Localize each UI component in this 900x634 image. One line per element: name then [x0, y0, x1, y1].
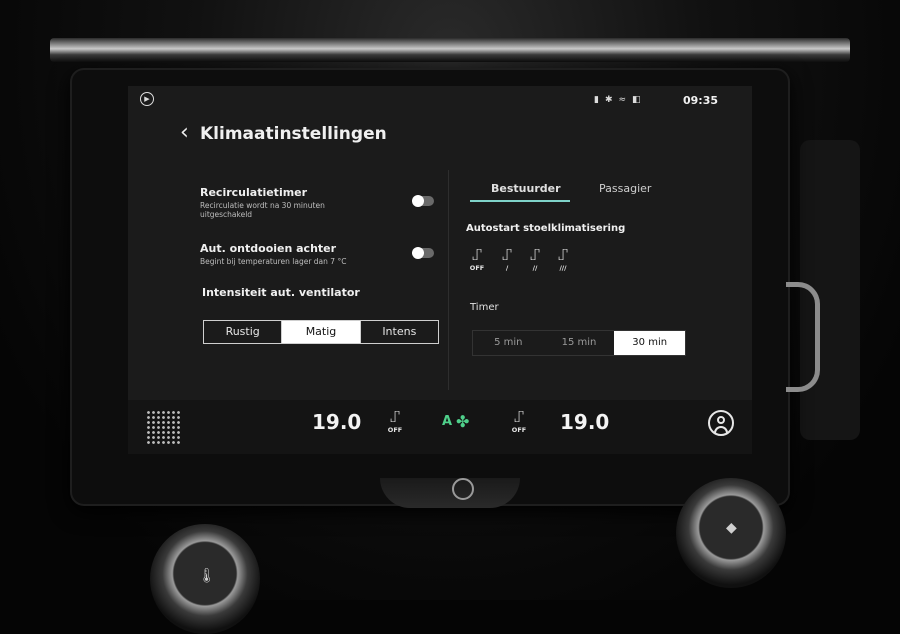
seat-level-3[interactable]: ⑀ ///: [554, 246, 572, 280]
seat-icon: ⑀: [472, 245, 482, 264]
app-grid-icon[interactable]: [146, 410, 180, 444]
user-profile-icon[interactable]: [708, 410, 734, 436]
driver-seat-heat-button[interactable]: ⑀ OFF: [384, 407, 406, 435]
page-title: Klimaatinstellingen: [200, 124, 387, 144]
status-icons: ▮✱≈◧: [594, 95, 647, 105]
auto-climate-label[interactable]: A: [442, 414, 452, 429]
driver-temperature[interactable]: 19.0: [312, 410, 361, 434]
fan-intensity-selector: Rustig Matig Intens: [203, 320, 439, 344]
seat-level-off[interactable]: ⑀ OFF: [468, 246, 486, 280]
recirculation-timer-label: Recirculatietimer: [200, 186, 308, 199]
autostart-seat-climate-label: Autostart stoelklimatisering: [466, 223, 626, 234]
intensity-option-matig[interactable]: Matig: [282, 321, 361, 343]
seat-icon: ⑀: [390, 407, 400, 426]
door-handle: [786, 282, 820, 392]
recirculation-timer-setting: Recirculatietimer Recirculatie wordt na …: [200, 186, 440, 219]
seat-icon: ⑀: [502, 245, 512, 264]
home-button[interactable]: [452, 478, 474, 500]
seat-heat-levels: ⑀ OFF ⑀ / ⑀ // ⑀ ///: [468, 246, 578, 280]
timer-option-15[interactable]: 15 min: [544, 331, 615, 355]
passenger-temperature[interactable]: 19.0: [560, 410, 609, 434]
infotainment-screen: ▶ ▮✱≈◧ 09:35 ‹ Klimaatinstellingen Recir…: [128, 86, 752, 454]
signal-icon: ▮: [594, 95, 605, 105]
rear-defrost-desc: Begint bij temperaturen lager dan 7 °C: [200, 257, 347, 266]
bluetooth-icon: ✱: [604, 95, 619, 105]
panel-divider: [448, 170, 449, 390]
fan-icon[interactable]: ✤: [456, 412, 469, 431]
right-climate-knob[interactable]: ◆: [676, 478, 786, 588]
dashboard-trim: [50, 38, 850, 62]
recirculation-timer-toggle[interactable]: [412, 195, 434, 207]
tab-bestuurder[interactable]: Bestuurder: [491, 182, 561, 195]
timer-option-5[interactable]: 5 min: [473, 331, 544, 355]
fan-intensity-label: Intensiteit aut. ventilator: [202, 286, 360, 299]
seat-tabs: Bestuurder Passagier: [468, 178, 728, 204]
status-bar: ▶ ▮✱≈◧ 09:35: [128, 86, 752, 116]
passenger-seat-heat-button[interactable]: ⑀ OFF: [508, 407, 530, 435]
timer-selector: 5 min 15 min 30 min: [472, 330, 686, 356]
back-chevron-icon[interactable]: ‹: [180, 122, 189, 144]
screen-chin: [380, 478, 520, 508]
rear-defrost-label: Aut. ontdooien achter: [200, 242, 337, 255]
left-climate-knob[interactable]: 🌡: [150, 524, 260, 634]
diamond-icon: ◆: [726, 520, 737, 536]
clock: 09:35: [683, 94, 719, 107]
rear-defrost-toggle[interactable]: [412, 247, 434, 259]
seat-level-1[interactable]: ⑀ /: [498, 246, 516, 280]
recirculation-timer-desc: Recirculatie wordt na 30 minuten uitgesc…: [200, 201, 325, 219]
timer-option-30[interactable]: 30 min: [614, 331, 686, 355]
thermometer-icon: 🌡: [198, 568, 216, 584]
intensity-option-intens[interactable]: Intens: [361, 321, 438, 343]
tab-passagier[interactable]: Passagier: [599, 182, 651, 195]
seat-icon: ⑀: [514, 407, 524, 426]
network-icon: ≈: [618, 95, 633, 105]
seat-status-icon: ◧: [632, 95, 647, 105]
seat-level-2[interactable]: ⑀ //: [526, 246, 544, 280]
rear-defrost-setting: Aut. ontdooien achter Begint bij tempera…: [200, 242, 440, 266]
timer-label: Timer: [470, 302, 499, 313]
climate-bar: 19.0 ⑀ OFF A ✤ ⑀ OFF 19.0: [128, 400, 752, 454]
active-tab-indicator: [470, 200, 570, 202]
intensity-option-rustig[interactable]: Rustig: [204, 321, 283, 343]
seat-icon: ⑀: [558, 245, 568, 264]
media-play-icon[interactable]: ▶: [140, 92, 154, 106]
seat-icon: ⑀: [530, 245, 540, 264]
